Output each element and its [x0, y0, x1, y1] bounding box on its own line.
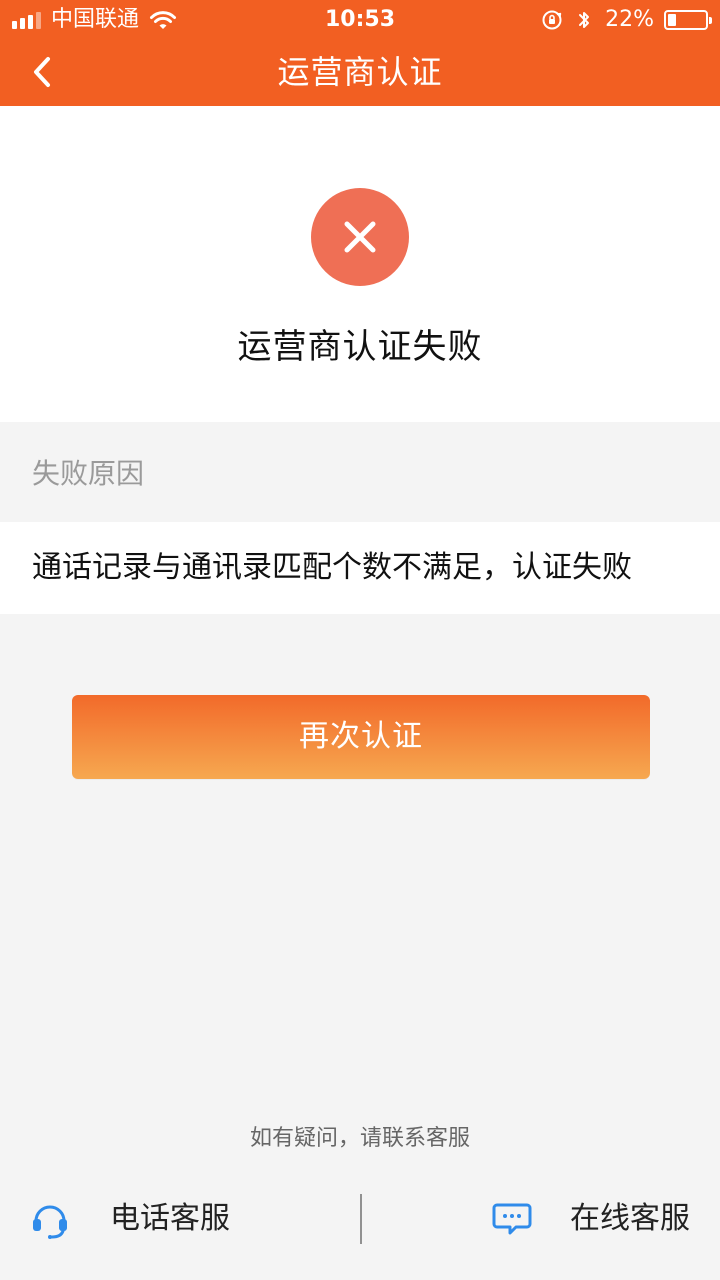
result-card: 运营商认证失败: [0, 106, 720, 422]
reason-card: 通话记录与通讯录匹配个数不满足，认证失败: [0, 522, 720, 614]
reason-label: 失败原因: [32, 457, 145, 490]
result-title: 运营商认证失败: [237, 327, 483, 367]
chat-icon: [492, 1203, 532, 1235]
nav-bar: 运营商认证: [0, 40, 720, 106]
battery-percentage: 22%: [605, 7, 654, 32]
online-service-label: 在线客服: [570, 1201, 690, 1236]
retry-button[interactable]: 再次认证: [72, 695, 650, 779]
footer: 电话客服 在线客服: [0, 1184, 720, 1254]
rotation-lock-icon: [542, 10, 562, 30]
battery-icon: [664, 10, 712, 30]
help-text: 如有疑问，请联系客服: [249, 1126, 470, 1151]
online-service-button[interactable]: 在线客服: [490, 1184, 690, 1254]
header: 中国联通 10:53 22% 运营商认证: [0, 0, 720, 106]
status-right: 22%: [541, 6, 712, 34]
page-title: 运营商认证: [277, 53, 443, 91]
reason-text: 通话记录与通讯录匹配个数不满足，认证失败: [32, 550, 632, 585]
close-icon: [344, 221, 376, 253]
headset-icon: [33, 1205, 67, 1239]
bluetooth-icon: [579, 12, 590, 28]
status-bar: 中国联通 10:53 22%: [0, 0, 720, 40]
phone-service-button[interactable]: 电话客服: [28, 1184, 230, 1254]
footer-divider: [360, 1194, 362, 1244]
battery-level: [668, 14, 676, 26]
phone-service-label: 电话客服: [110, 1201, 230, 1236]
error-x-icon: [311, 188, 409, 286]
